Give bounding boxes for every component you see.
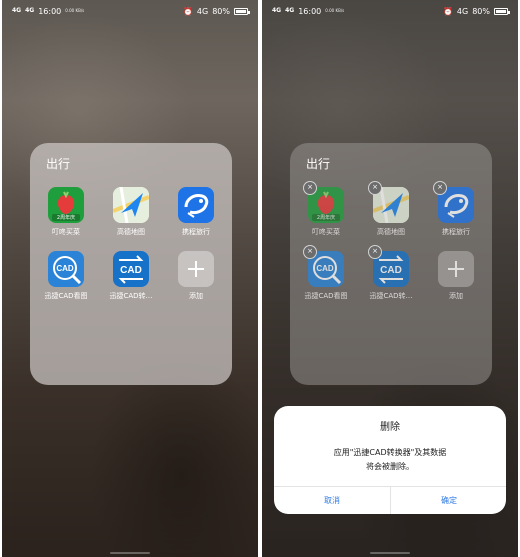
app-ctrip[interactable]: × 携程旅行 (428, 181, 484, 237)
network-speed: 0.00 KB/s (325, 8, 345, 13)
amap-icon (113, 187, 149, 223)
folder-title: 出行 (46, 157, 71, 171)
delete-badge-icon[interactable]: × (368, 245, 382, 259)
status-time: 16:00 (298, 6, 322, 16)
app-dingdong[interactable]: × 2周年庆 叮咚买菜 (298, 181, 354, 237)
app-dingdong[interactable]: 2周年庆 叮咚买菜 (38, 187, 94, 237)
app-label: 高德地图 (377, 228, 405, 236)
app-label: 叮咚买菜 (312, 228, 340, 236)
folder-title: 出行 (306, 157, 331, 171)
alarm-icon: ⏰ (182, 6, 193, 16)
app-label: 高德地图 (117, 228, 145, 236)
plus-icon (438, 251, 474, 287)
home-indicator (110, 552, 150, 554)
dialog-message-line-1: 应用"迅捷CAD转换器"及其数据 (333, 448, 447, 457)
network-speed: 0.00 KB/s (65, 8, 85, 13)
app-label: 迅捷CAD看图 (44, 292, 88, 300)
battery-icon (494, 7, 510, 15)
app-add[interactable]: 添加 (428, 251, 484, 301)
signal-2-icon: 4G (25, 7, 35, 14)
status-time: 16:00 (38, 6, 62, 16)
battery-icon (234, 7, 250, 15)
battery-percent: 80% (212, 6, 230, 16)
battery-percent: 80% (472, 6, 490, 16)
promo-badge: 2周年庆 (316, 215, 336, 221)
app-cad-converter[interactable]: × CAD 迅捷CAD转… (363, 245, 419, 301)
svg-text:CAD: CAD (316, 264, 334, 273)
app-amap[interactable]: × 高德地图 (363, 181, 419, 237)
app-label: 添加 (189, 292, 203, 300)
app-label: 叮咚买菜 (52, 228, 80, 236)
app-label: 迅捷CAD转… (109, 292, 153, 300)
dialog-title: 删除 (380, 422, 400, 433)
cad-converter-icon: CAD (113, 251, 149, 287)
app-add[interactable]: 添加 (168, 251, 224, 301)
signal-2-icon: 4G (285, 7, 295, 14)
app-cad-viewer[interactable]: CAD 迅捷CAD看图 (38, 251, 94, 301)
app-cad-viewer[interactable]: × CAD 迅捷CAD看图 (298, 245, 354, 301)
svg-text:CAD: CAD (56, 264, 74, 273)
delete-badge-icon[interactable]: × (368, 181, 382, 195)
signal-1-icon: 4G (12, 7, 22, 14)
app-label: 携程旅行 (182, 228, 210, 236)
delete-dialog: 删除 应用"迅捷CAD转换器"及其数据 将会被删除。 取消 确定 (274, 406, 506, 514)
status-bar: 4G 4G 16:00 0.00 KB/s ⏰ 4G 80% (262, 0, 518, 22)
app-cad-converter[interactable]: CAD 迅捷CAD转… (103, 251, 159, 301)
app-label: 迅捷CAD转… (369, 292, 413, 300)
alarm-icon: ⏰ (442, 6, 453, 16)
app-ctrip[interactable]: 携程旅行 (168, 187, 224, 237)
svg-text:CAD: CAD (120, 265, 142, 276)
cancel-button[interactable]: 取消 (274, 490, 390, 512)
app-amap[interactable]: 高德地图 (103, 187, 159, 237)
plus-icon (178, 251, 214, 287)
confirm-button[interactable]: 确定 (391, 490, 507, 512)
app-label: 迅捷CAD看图 (304, 292, 348, 300)
app-folder-edit-mode: 出行 × 2周年庆 叮咚买菜 × 高德地图 × 携程旅行 × CAD 迅捷CAD… (290, 143, 492, 385)
svg-text:CAD: CAD (380, 265, 402, 276)
ctrip-icon (178, 187, 214, 223)
dingdong-icon: 2周年庆 (48, 187, 84, 223)
network-type: 4G (196, 6, 209, 16)
delete-badge-icon[interactable]: × (303, 245, 317, 259)
promo-badge: 2周年庆 (56, 215, 76, 221)
right-screen: 4G 4G 16:00 0.00 KB/s ⏰ 4G 80% 出行 × 2周年庆 (262, 0, 518, 557)
signal-1-icon: 4G (272, 7, 282, 14)
dialog-message: 应用"迅捷CAD转换器"及其数据 将会被删除。 (300, 446, 480, 474)
left-screen: 4G 4G 16:00 0.00 KB/s ⏰ 4G 80% 出行 2周年庆 叮… (2, 0, 258, 557)
app-label: 添加 (449, 292, 463, 300)
dialog-message-line-2: 将会被删除。 (366, 462, 414, 471)
network-type: 4G (456, 6, 469, 16)
home-indicator (370, 552, 410, 554)
delete-badge-icon[interactable]: × (303, 181, 317, 195)
app-label: 携程旅行 (442, 228, 470, 236)
app-folder: 出行 2周年庆 叮咚买菜 高德地图 携程旅行 CAD 迅捷CAD看图 CAD 迅… (30, 143, 232, 385)
delete-badge-icon[interactable]: × (433, 181, 447, 195)
cad-viewer-icon: CAD (48, 251, 84, 287)
status-bar: 4G 4G 16:00 0.00 KB/s ⏰ 4G 80% (2, 0, 258, 22)
